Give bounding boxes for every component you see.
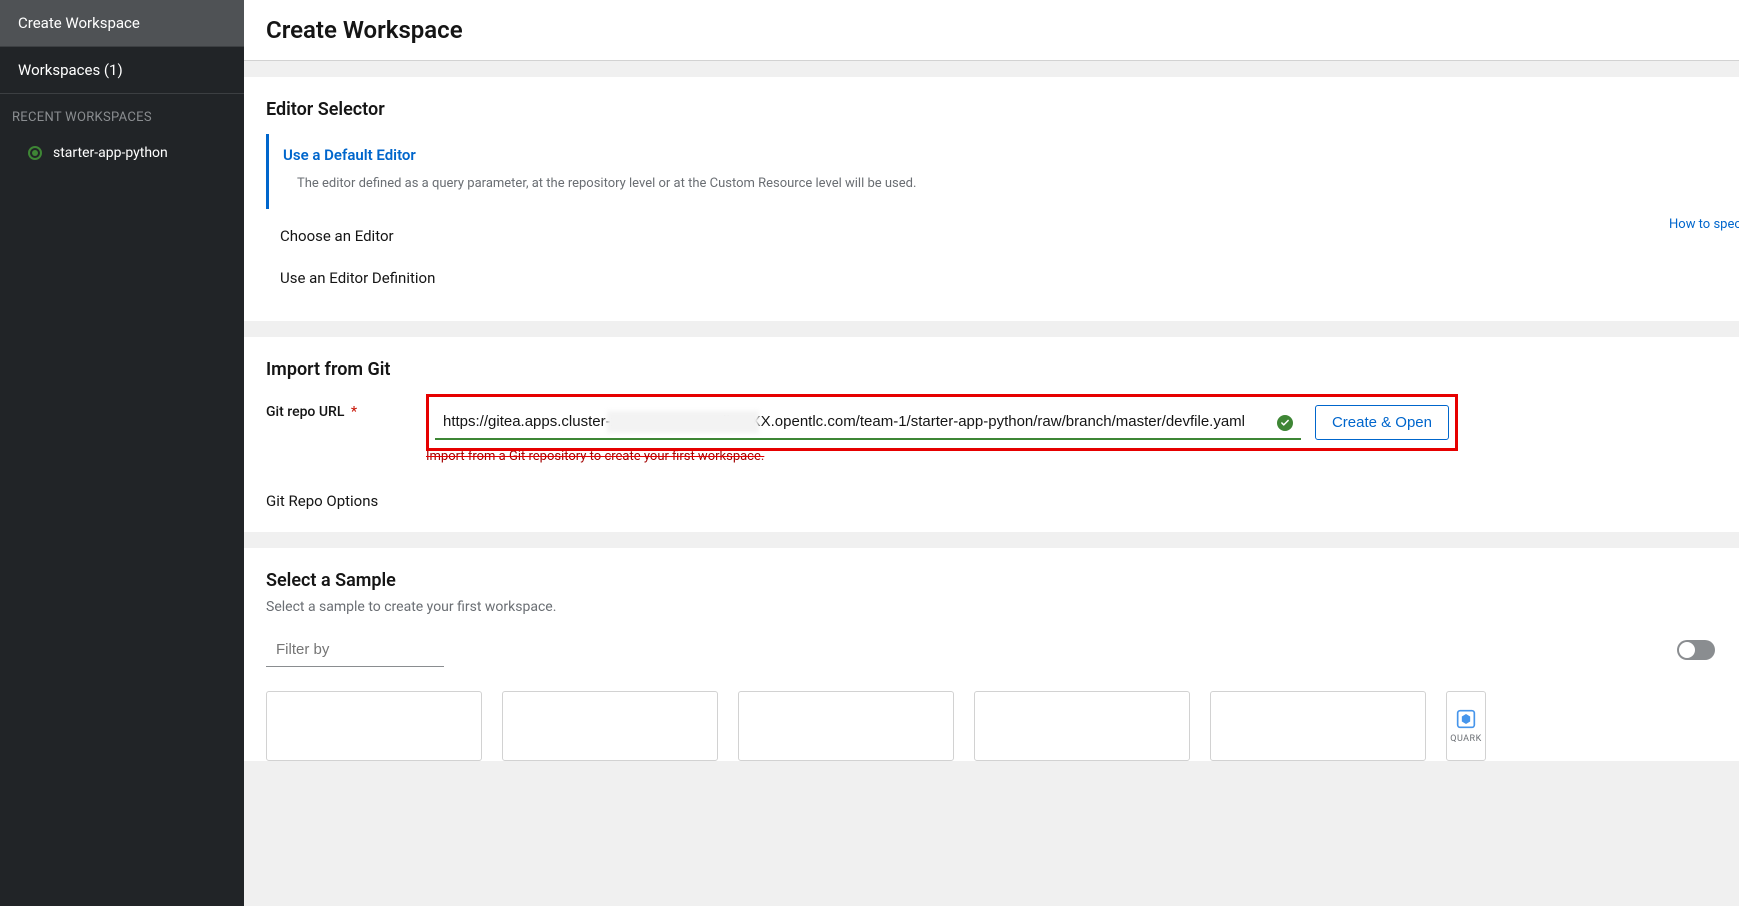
git-url-label: Git repo URL *	[266, 394, 416, 420]
git-url-label-text: Git repo URL	[266, 404, 344, 420]
page-title-bar: Create Workspace	[244, 0, 1739, 61]
import-git-title: Import from Git	[266, 359, 1717, 380]
sidebar: Create Workspace Workspaces (1) RECENT W…	[0, 0, 244, 906]
editor-option-definition[interactable]: Use an Editor Definition	[266, 257, 1717, 299]
editor-option-choose[interactable]: Choose an Editor	[266, 215, 1717, 257]
recent-workspace-item[interactable]: starter-app-python	[0, 135, 244, 171]
git-url-row: Git repo URL * Create & Open	[266, 394, 1717, 451]
import-git-section: Import from Git Git repo URL * Create & …	[244, 337, 1739, 532]
how-to-specify-link[interactable]: How to speci	[1669, 217, 1739, 232]
sample-tile-empty[interactable]	[266, 691, 482, 761]
sample-toggle[interactable]	[1677, 640, 1715, 660]
editor-selector-title: Editor Selector	[266, 99, 1717, 120]
git-help-text: Import from a Git repository to create y…	[426, 449, 1717, 464]
sample-tile-python[interactable]	[1210, 691, 1426, 761]
sample-tile-chili[interactable]	[502, 691, 718, 761]
sidebar-item-workspaces[interactable]: Workspaces (1)	[0, 47, 244, 94]
sample-tiles: JS JS	[266, 691, 1717, 761]
main-content: Create Workspace Editor Selector Use a D…	[244, 0, 1739, 906]
editor-selector-section: Editor Selector Use a Default Editor The…	[244, 77, 1739, 321]
editor-option-default[interactable]: Use a Default Editor	[266, 134, 1717, 176]
valid-check-icon	[1277, 415, 1293, 431]
create-and-open-button[interactable]: Create & Open	[1315, 405, 1449, 440]
git-repo-options[interactable]: Git Repo Options	[266, 492, 1717, 510]
git-url-highlight: Create & Open	[426, 394, 1458, 451]
quarkus-icon	[1456, 709, 1476, 732]
git-url-input[interactable]	[435, 405, 1301, 440]
select-sample-section: Select a Sample Select a sample to creat…	[244, 548, 1739, 761]
sample-tile-nodejs-2[interactable]: JS	[974, 691, 1190, 761]
sample-tile-nodejs-1[interactable]: JS	[738, 691, 954, 761]
sample-filter-input[interactable]	[266, 633, 444, 667]
quarkus-label: QUARK	[1450, 734, 1482, 744]
select-sample-title: Select a Sample	[266, 570, 1717, 591]
select-sample-subtitle: Select a sample to create your first wor…	[266, 599, 1717, 615]
recent-workspace-label: starter-app-python	[53, 145, 168, 161]
sample-tile-quarkus[interactable]: QUARK	[1446, 691, 1486, 761]
sidebar-item-create-workspace[interactable]: Create Workspace	[0, 0, 244, 47]
git-url-input-wrap	[435, 405, 1301, 440]
status-running-icon	[28, 146, 42, 160]
sample-filter-row	[266, 633, 1717, 667]
required-star-icon: *	[351, 404, 357, 420]
page-title: Create Workspace	[266, 16, 1717, 44]
editor-option-default-desc: The editor defined as a query parameter,…	[266, 176, 1717, 209]
sidebar-recent-header: RECENT WORKSPACES	[0, 94, 244, 135]
